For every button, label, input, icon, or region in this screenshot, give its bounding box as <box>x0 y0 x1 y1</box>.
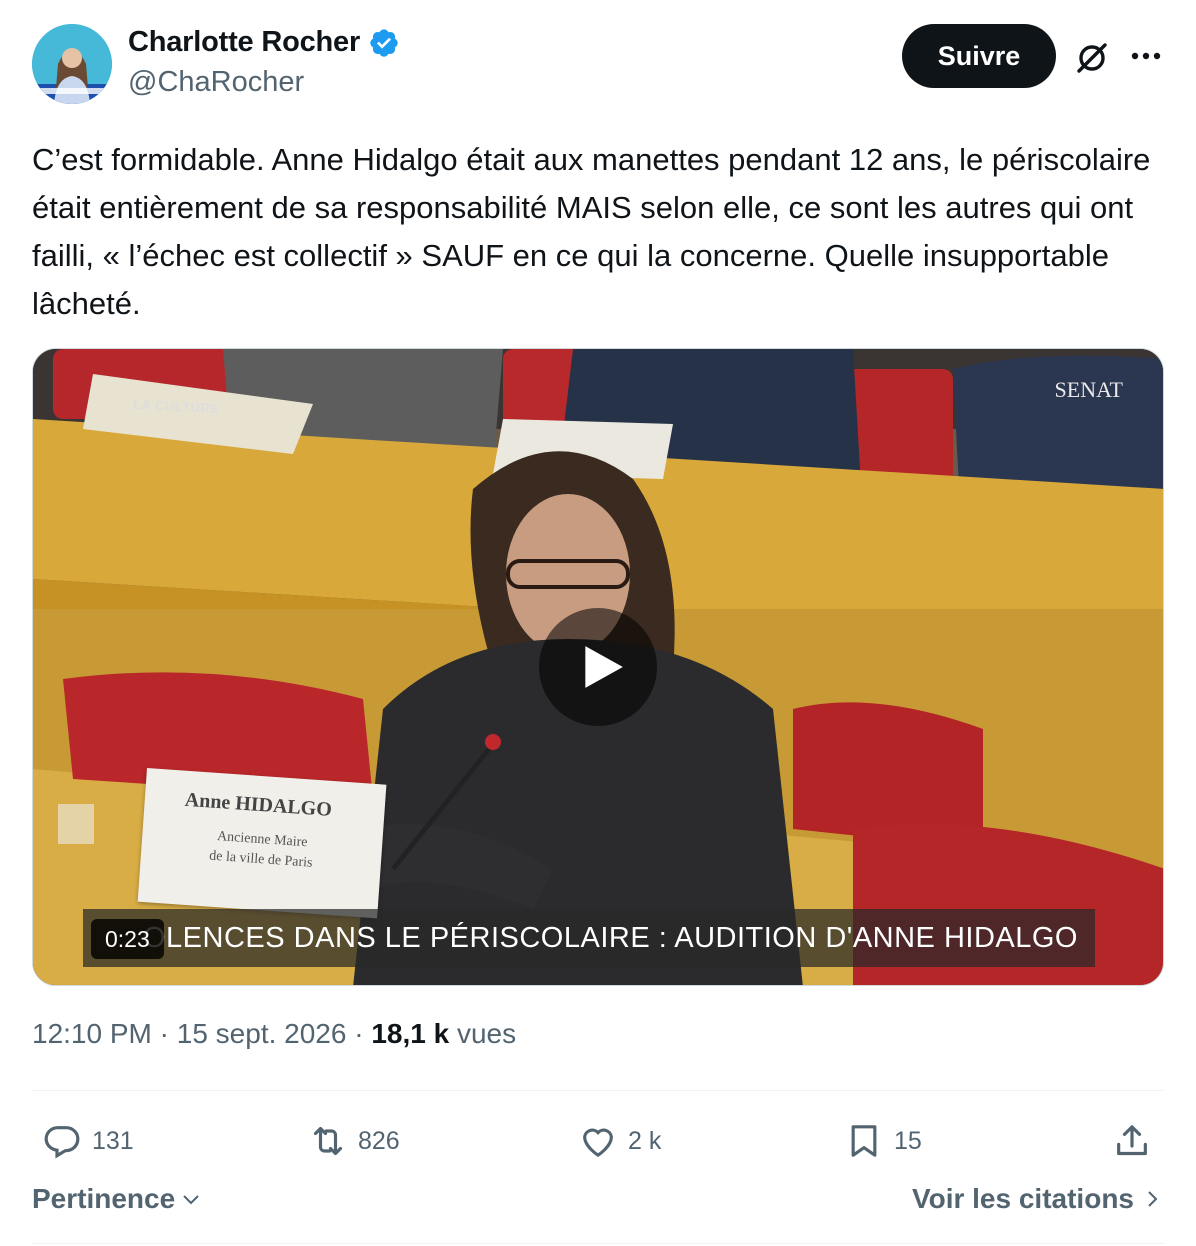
video-duration-badge: 0:23 <box>91 919 164 959</box>
sort-label: Pertinence <box>32 1183 176 1214</box>
bookmark-button[interactable]: 15 <box>844 1116 922 1166</box>
quotes-label: Voir les citations <box>912 1183 1134 1214</box>
video-caption-text: OLENCES DANS LE PÉRISCOLAIRE : AUDITION … <box>143 921 1078 954</box>
meta-separator: · <box>151 1018 177 1049</box>
like-button[interactable]: 2 k <box>578 1116 661 1166</box>
views-count: 18,1 k <box>371 1018 450 1049</box>
reply-button[interactable]: 131 <box>42 1116 134 1166</box>
heart-icon <box>583 1128 613 1158</box>
author-name-row: Charlotte Rocher <box>128 26 400 59</box>
tweet-date[interactable]: 15 sept. 2026 <box>177 1018 347 1049</box>
author-display-name[interactable]: Charlotte Rocher <box>128 26 360 59</box>
play-icon <box>585 646 623 688</box>
action-bar: 131 826 2 k 15 <box>32 1116 1164 1166</box>
repost-count: 826 <box>358 1126 400 1155</box>
nameplate-title: Ancienne Maire de la ville de Paris <box>200 826 322 874</box>
reply-icon <box>44 1126 80 1159</box>
reply-count: 131 <box>92 1126 134 1155</box>
tweet-meta: 12:10 PM · 15 sept. 2026 · 18,1 k vues <box>32 1018 516 1050</box>
share-icon <box>1117 1125 1147 1156</box>
views-label: vues <box>456 1018 517 1049</box>
channel-logo: SENAT <box>1054 377 1123 402</box>
chevron-right-icon <box>1148 1191 1158 1207</box>
play-button[interactable] <box>539 608 657 726</box>
video-player[interactable]: LA CULTURE SENAT Anne HIDALGO Ancienne M… <box>32 348 1164 986</box>
grok-icon[interactable] <box>1072 38 1112 78</box>
tweet-text: C’est formidable. Anne Hidalgo était aux… <box>32 142 1151 321</box>
meta-separator-2: · <box>346 1018 372 1049</box>
like-count: 2 k <box>628 1126 662 1155</box>
repost-button[interactable]: 826 <box>308 1116 400 1166</box>
video-caption-banner: OLENCES DANS LE PÉRISCOLAIRE : AUDITION … <box>83 909 1095 967</box>
tweet-time[interactable]: 12:10 PM <box>32 1018 152 1049</box>
share-button[interactable] <box>1112 1116 1152 1166</box>
avatar-photo <box>32 24 112 104</box>
divider <box>32 1090 1164 1091</box>
author-handle[interactable]: @ChaRocher <box>128 66 304 99</box>
follow-button[interactable]: Suivre <box>902 24 1056 88</box>
sort-dropdown[interactable]: Pertinence <box>32 1183 203 1215</box>
author-avatar[interactable] <box>32 24 112 104</box>
nameplate: Anne HIDALGO Ancienne Maire de la ville … <box>137 768 387 919</box>
nameplate-name: Anne HIDALGO <box>184 788 333 821</box>
chevron-down-icon <box>183 1195 199 1205</box>
bookmark-count: 15 <box>894 1126 922 1155</box>
view-quotes-link[interactable]: Voir les citations <box>912 1183 1164 1215</box>
more-options-icon[interactable] <box>1126 36 1166 76</box>
verified-badge-icon[interactable] <box>368 27 400 59</box>
divider-bottom <box>32 1243 1164 1244</box>
repost-icon <box>313 1126 343 1156</box>
bookmark-icon <box>851 1125 877 1157</box>
